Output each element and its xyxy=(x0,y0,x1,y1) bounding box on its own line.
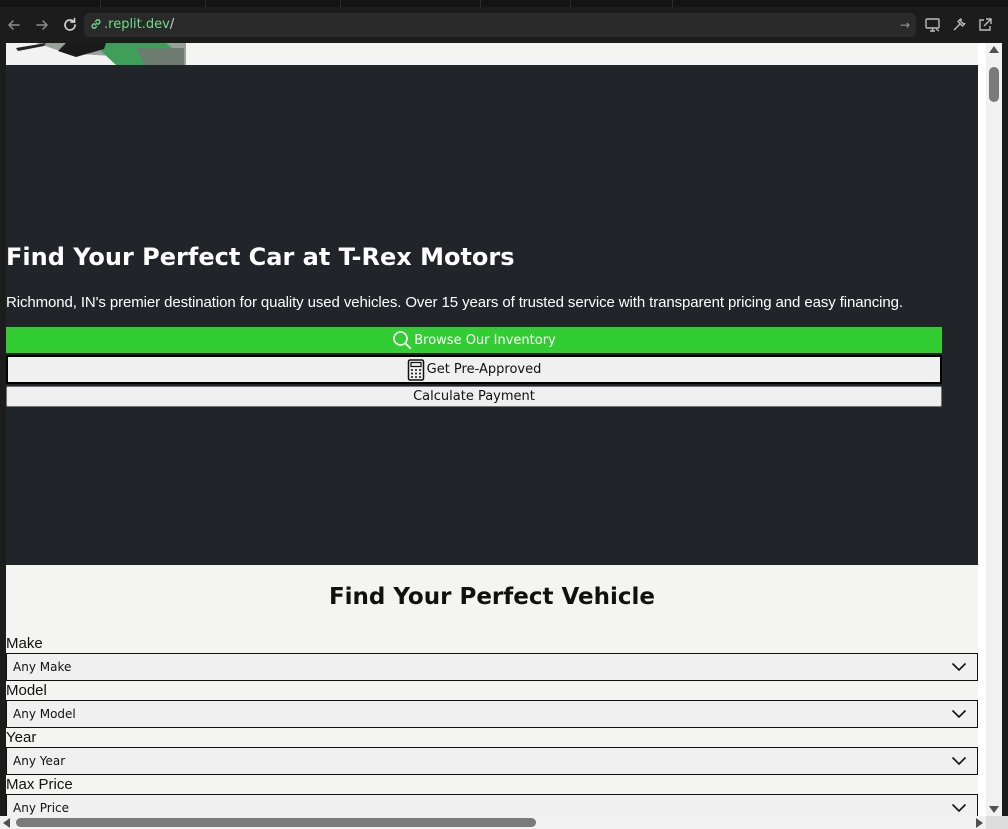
max-price-label: Max Price xyxy=(6,776,73,793)
tab-divider xyxy=(672,0,673,7)
chevron-down-icon xyxy=(951,709,967,719)
calculate-payment-label: Calculate Payment xyxy=(413,389,535,404)
url-path: / xyxy=(169,17,175,32)
chevron-down-icon xyxy=(951,662,967,672)
pre-approved-label: Get Pre-Approved xyxy=(426,362,542,377)
make-label: Make xyxy=(6,635,43,652)
hero-section: Find Your Perfect Car at T-Rex Motors Ri… xyxy=(6,65,978,565)
make-select-value: Any Make xyxy=(13,660,72,674)
tab-divider xyxy=(480,0,481,7)
chevron-down-icon xyxy=(951,756,967,766)
model-select[interactable]: Any Model xyxy=(6,700,978,728)
link-icon xyxy=(91,19,101,29)
model-label: Model xyxy=(6,682,47,699)
vertical-scroll-thumb[interactable] xyxy=(989,67,999,102)
arrow-left-icon xyxy=(7,20,20,30)
hero-title: Find Your Perfect Car at T-Rex Motors xyxy=(6,243,515,271)
hero-subtitle: Richmond, IN's premier destination for q… xyxy=(6,294,903,311)
horizontal-scroll-thumb[interactable] xyxy=(16,818,536,827)
max-price-select[interactable]: Any Price xyxy=(6,794,978,816)
browser-toolbar: .replit.dev/ → xyxy=(0,7,1008,43)
url-go-icon[interactable]: → xyxy=(900,16,910,34)
search-section-title: Find Your Perfect Vehicle xyxy=(328,584,656,610)
browse-inventory-label: Browse Our Inventory xyxy=(414,332,556,348)
screen-cast-icon[interactable] xyxy=(924,16,942,34)
wrench-icon[interactable] xyxy=(950,16,968,34)
model-select-value: Any Model xyxy=(13,707,76,721)
reload-button[interactable] xyxy=(60,15,80,35)
tab-divider xyxy=(570,0,571,7)
make-select[interactable]: Any Make xyxy=(6,653,978,681)
search-icon xyxy=(393,331,412,350)
logo-image xyxy=(6,43,186,65)
page-viewport: Find Your Perfect Car at T-Rex Motors Ri… xyxy=(6,43,978,816)
url-domain: .replit.dev xyxy=(104,17,170,32)
tab-strip xyxy=(0,0,1008,7)
url-text[interactable]: .replit.dev/ xyxy=(104,16,174,34)
scrollbar-corner xyxy=(986,816,1008,829)
tab-divider xyxy=(340,0,341,7)
reload-icon xyxy=(64,17,76,31)
scroll-up-icon[interactable] xyxy=(989,46,999,53)
pre-approved-button[interactable]: Get Pre-Approved xyxy=(6,355,942,384)
calculator-icon xyxy=(407,358,424,381)
year-select-value: Any Year xyxy=(13,754,66,768)
scroll-right-icon[interactable] xyxy=(976,818,983,828)
vertical-scrollbar[interactable] xyxy=(986,43,1002,816)
scroll-left-icon[interactable] xyxy=(3,818,10,828)
year-select[interactable]: Any Year xyxy=(6,747,978,775)
page-right-margin xyxy=(978,43,986,816)
tab-divider xyxy=(205,0,206,7)
back-button[interactable] xyxy=(4,15,24,35)
max-price-select-value: Any Price xyxy=(13,801,70,815)
horizontal-scrollbar[interactable] xyxy=(0,816,1008,829)
chevron-down-icon xyxy=(951,803,967,813)
scroll-down-icon[interactable] xyxy=(989,806,999,813)
forward-button[interactable] xyxy=(32,15,52,35)
year-label: Year xyxy=(6,729,37,746)
browse-inventory-button[interactable]: Browse Our Inventory xyxy=(6,327,942,353)
calculate-payment-button[interactable]: Calculate Payment xyxy=(6,386,942,407)
open-external-icon[interactable] xyxy=(976,16,994,34)
arrow-right-icon xyxy=(36,20,49,30)
address-bar[interactable]: .replit.dev/ → xyxy=(84,13,916,37)
tab-divider xyxy=(100,0,101,7)
site-logo[interactable] xyxy=(6,43,186,65)
